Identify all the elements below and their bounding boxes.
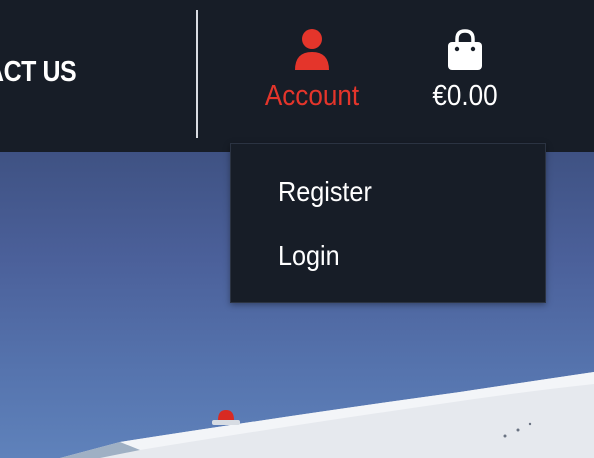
login-link[interactable]: Login	[278, 240, 340, 272]
account-label: Account	[264, 80, 360, 112]
page: ACT US Account €0.00 Register Login	[0, 0, 594, 458]
account-dropdown: Register Login	[230, 143, 546, 303]
site-header: ACT US Account €0.00	[0, 0, 594, 152]
shopping-bag-icon	[448, 29, 482, 70]
cart-total: €0.00	[432, 80, 498, 112]
user-icon	[295, 29, 329, 70]
cart-button[interactable]: €0.00	[412, 24, 518, 120]
nav-contact-us-link[interactable]: ACT US	[0, 56, 77, 89]
account-menu-button[interactable]: Account	[252, 24, 372, 120]
header-divider	[196, 10, 198, 138]
register-link[interactable]: Register	[278, 176, 372, 208]
